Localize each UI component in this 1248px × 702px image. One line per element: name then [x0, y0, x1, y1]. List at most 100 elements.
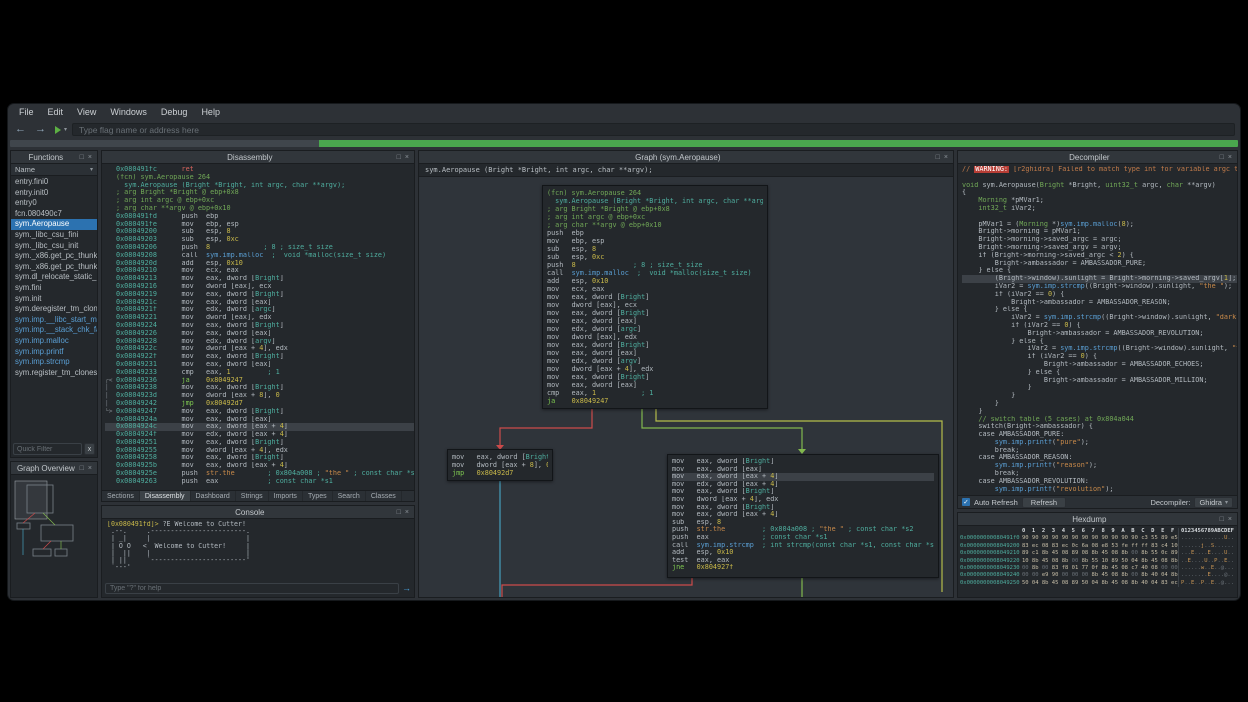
asm-line[interactable]: 0x08049233 cmp eax, 1 ; 1 [105, 369, 414, 377]
decompiler-line[interactable]: Morning *pMVar1; [962, 197, 1237, 205]
float-icon[interactable]: □ [78, 465, 86, 472]
decompiler-line[interactable]: pMVar1 = (Morning *)sym.imp.malloc(8); [962, 221, 1237, 229]
tab-disassembly[interactable]: Disassembly [140, 491, 191, 501]
asm-line[interactable]: ┌<0x08049236 ja 0x8049247 [105, 377, 414, 385]
function-item[interactable]: sym._x86.get_pc_thunk.bp [11, 251, 97, 262]
graph-asm-line[interactable]: mov eax, dword [Bright] [547, 293, 763, 301]
seekbar-segment-unmapped[interactable] [10, 140, 319, 147]
asm-line[interactable]: 0x08049263 push eax ; const char *s1 [105, 478, 414, 486]
float-icon[interactable]: □ [78, 154, 86, 161]
decompiler-line[interactable]: } [962, 392, 1237, 400]
graph-overview-minimap[interactable] [11, 475, 97, 597]
decompiler-line[interactable]: } else { [962, 267, 1237, 275]
asm-line[interactable]: 0x08049226 mov eax, dword [eax] [105, 330, 414, 338]
forward-button[interactable]: → [33, 124, 48, 135]
decompiler-line[interactable]: switch(Bright->ambassador) { [962, 423, 1237, 431]
graph-asm-line[interactable]: mov eax, dword [eax + 4] [672, 511, 934, 519]
float-icon[interactable]: □ [395, 154, 403, 161]
decompiler-line[interactable]: } [962, 408, 1237, 416]
graph-asm-line[interactable]: add esp, 0x10 [672, 549, 934, 557]
tab-imports[interactable]: Imports [269, 491, 303, 501]
asm-line[interactable]: │0x0804923d mov dword [eax + 8], 0 [105, 392, 414, 400]
graph-asm-line[interactable]: push 8 ; 8 ; size_t size [547, 261, 763, 269]
graph-asm-line[interactable]: sub esp, 8 [672, 519, 934, 527]
function-item[interactable]: sym.imp.printf [11, 347, 97, 358]
graph-asm-line[interactable]: push eax ; const char *s1 [672, 534, 934, 542]
menu-file[interactable]: File [12, 106, 41, 118]
graph-asm-line[interactable]: add esp, 0x10 [547, 277, 763, 285]
asm-line[interactable]: 0x0804922f mov eax, dword [Bright] [105, 353, 414, 361]
menu-view[interactable]: View [70, 106, 103, 118]
float-icon[interactable]: □ [934, 154, 942, 161]
float-icon[interactable]: □ [395, 509, 403, 516]
decompiler-line[interactable]: if (iVar2 == 0) { [962, 322, 1237, 330]
graph-canvas[interactable]: sym.Aeropause (Bright *Bright, int argc,… [419, 164, 953, 597]
asm-line[interactable]: 0x080491fd push ebp [105, 213, 414, 221]
graph-asm-line[interactable]: sub esp, 0xc [547, 253, 763, 261]
menu-windows[interactable]: Windows [103, 106, 154, 118]
close-icon[interactable]: × [86, 154, 94, 161]
decompiler-line[interactable]: } else { [962, 338, 1237, 346]
decompiler-line[interactable]: } else { [962, 369, 1237, 377]
decompiler-line[interactable]: iVar2 = sym.imp.strcmp((Bright->window).… [962, 283, 1237, 291]
graph-asm-line[interactable]: mov eax, dword [Bright] [547, 341, 763, 349]
asm-line[interactable]: 0x08049228 mov edx, dword [argv] [105, 338, 414, 346]
asm-line[interactable]: 0x08049219 mov eax, dword [Bright] [105, 291, 414, 299]
decompiler-line[interactable]: } else { [962, 306, 1237, 314]
console-line[interactable]: | O O < Welcome to Cutter! | [107, 543, 409, 550]
asm-line[interactable]: 0x080491fc ret [105, 166, 414, 174]
console-line[interactable]: | || | | [107, 550, 409, 557]
graph-asm-line[interactable]: mov eax, dword [eax] [547, 381, 763, 389]
refresh-button[interactable]: Refresh [1022, 497, 1066, 508]
decompiler-line[interactable]: case AMBASSADOR_REASON: [962, 454, 1237, 462]
function-item[interactable]: sym.fini [11, 283, 97, 294]
decompiler-line[interactable]: iVar2 = sym.imp.strcmp((Bright->window).… [962, 345, 1237, 353]
graph-asm-line[interactable]: mov eax, dword [eax] [547, 349, 763, 357]
tab-dashboard[interactable]: Dashboard [191, 491, 236, 501]
graph-asm-line[interactable]: mov dword [eax], edx [547, 333, 763, 341]
decompiler-line[interactable] [962, 213, 1237, 221]
decompiler-line[interactable]: break; [962, 447, 1237, 455]
decompiler-line[interactable]: { [962, 189, 1237, 197]
asm-line[interactable]: 0x08049203 sub esp, 0xc [105, 236, 414, 244]
close-icon[interactable]: × [403, 509, 411, 516]
hex-row[interactable]: 0x000000000804921089 c1 8b 45 08 89 08 8… [960, 550, 1235, 557]
decompiler-line[interactable]: sym.imp.printf("reason"); [962, 462, 1237, 470]
asm-line[interactable]: │0x08049242 jmp 0x80492d7 [105, 400, 414, 408]
asm-line[interactable]: ; arg int argc @ ebp+0xc [105, 197, 414, 205]
decompiler-line[interactable]: Bright->morning->saved_argv = argv; [962, 244, 1237, 252]
float-icon[interactable]: □ [1218, 154, 1226, 161]
graph-asm-line[interactable]: call sym.imp.malloc ; void *malloc(size_… [547, 269, 763, 277]
asm-line[interactable]: 0x08049231 mov eax, dword [eax] [105, 361, 414, 369]
function-item[interactable]: sym.imp.__stack_chk_fail [11, 325, 97, 336]
graph-asm-line[interactable]: mov eax, dword [Bright] [672, 488, 934, 496]
asm-line[interactable]: 0x0804924a mov eax, dword [eax] [105, 416, 414, 424]
decompiler-line[interactable]: if (iVar2 == 0) { [962, 291, 1237, 299]
graph-asm-line[interactable]: mov edx, dword [argc] [547, 325, 763, 333]
menu-help[interactable]: Help [194, 106, 227, 118]
decompiler-line[interactable]: int32_t iVar2; [962, 205, 1237, 213]
function-item[interactable]: sym._libc_csu_init [11, 241, 97, 252]
function-item[interactable]: sym.imp.__libc_start_main [11, 315, 97, 326]
function-item[interactable]: sym.dl_relocate_static_pie [11, 272, 97, 283]
console-line[interactable]: [0x080491fd]> ?E Welcome to Cutter! [107, 521, 409, 528]
decompiler-line[interactable]: } [962, 384, 1237, 392]
tab-sections[interactable]: Sections [102, 491, 140, 501]
asm-line[interactable]: 0x08049206 push 8 ; 8 ; size_t size [105, 244, 414, 252]
graph-asm-line[interactable]: mov eax, dword [Bright] [547, 309, 763, 317]
decompiler-line[interactable]: Bright->ambassador = AMBASSADOR_REVOLUTI… [962, 330, 1237, 338]
graph-asm-line[interactable]: push str.the ; 0x804a008 ; "the " ; cons… [672, 526, 934, 534]
functions-column-header[interactable]: Name ▾ [11, 164, 97, 176]
decompiler-line[interactable]: if (Bright->morning->saved_argc < 2) { [962, 252, 1237, 260]
hex-row[interactable]: 0x000000000804922010 8b 45 08 8b 00 8b 5… [960, 558, 1235, 565]
decompiler-line[interactable]: Bright->morning = pMVar1; [962, 228, 1237, 236]
function-item[interactable]: sym.deregister_tm_clones [11, 304, 97, 315]
tab-search[interactable]: Search [333, 491, 366, 501]
decompiler-line[interactable]: void sym.Aeropause(Bright *Bright, uint3… [962, 182, 1237, 190]
asm-line[interactable]: 0x0804921c mov eax, dword [eax] [105, 299, 414, 307]
hex-row[interactable]: 0x00000000080491f090 90 90 90 90 90 90 9… [960, 535, 1235, 542]
asm-line[interactable]: 0x0804925e push str.the ; 0x804a008 ; "t… [105, 470, 414, 478]
console-input[interactable] [105, 583, 399, 594]
graph-asm-line[interactable]: mov eax, dword [Bright] [452, 453, 548, 461]
graph-asm-line[interactable]: ; arg Bright *Bright @ ebp+0x8 [547, 205, 763, 213]
